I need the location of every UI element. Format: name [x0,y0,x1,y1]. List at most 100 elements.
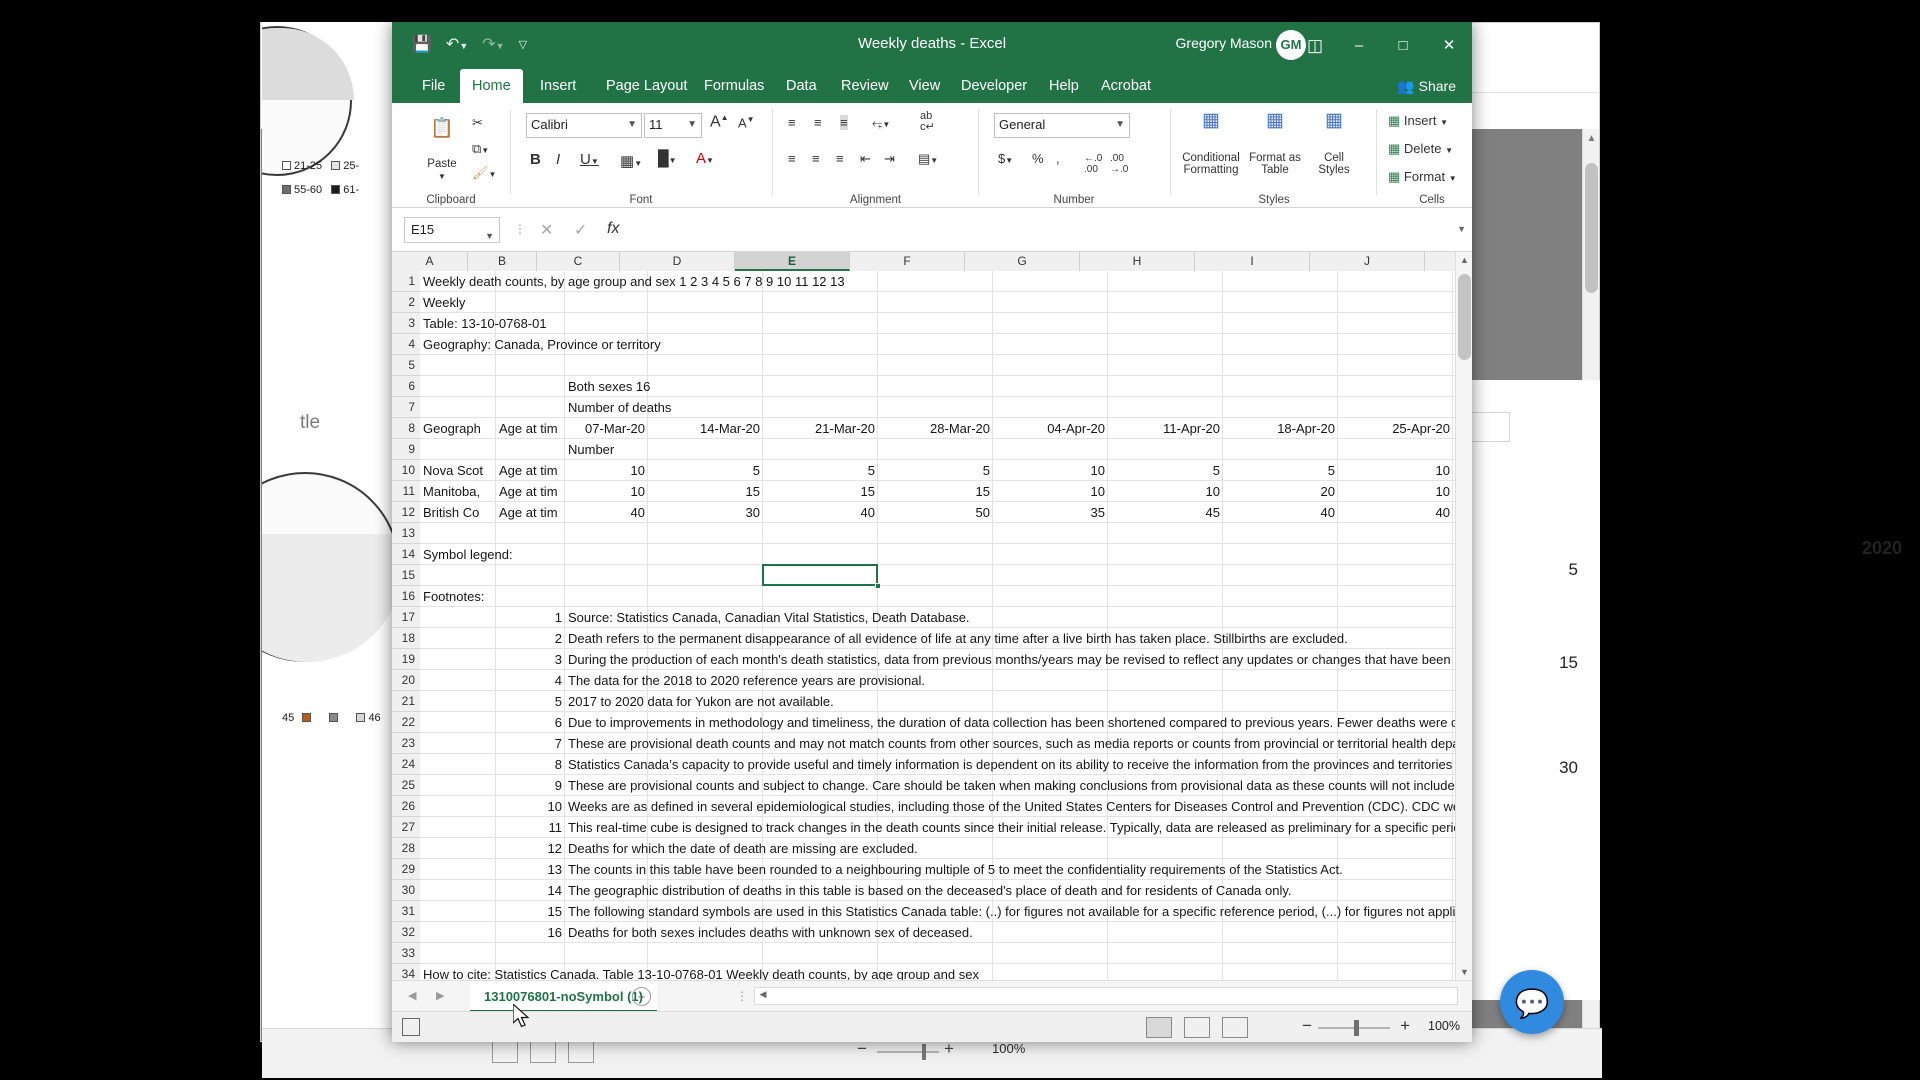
orientation-icon[interactable]: ⥆▼ [872,115,890,131]
column-header-G[interactable]: G [965,252,1080,271]
row-header-17[interactable]: 17 [392,607,420,628]
tab-data[interactable]: Data [774,69,829,103]
row-headers[interactable]: 1 2 3 4 5 6 7 8 9 10 11 12 13 14 15 16 17 18 19 20 21 22 23 24 2… [392,271,420,980]
cell-E10[interactable]: 5 [763,460,878,481]
cell-F12[interactable]: 50 [878,502,993,523]
cell-C31[interactable]: The following standard symbols are used … [565,901,1455,922]
cell-C27[interactable]: This real-time cube is designed to track… [565,817,1455,838]
row-header-14[interactable]: 14 [392,544,420,565]
row-header-32[interactable]: 32 [392,922,420,943]
cell-I8[interactable]: 18-Apr-20 [1223,418,1338,439]
cell-C24[interactable]: Statistics Canada’s capacity to provide … [565,754,1455,775]
tab-review[interactable]: Review [829,69,901,103]
chevron-down-icon[interactable]: ▼ [687,119,697,130]
format-as-table-button[interactable]: ▦ Format as Table [1246,111,1304,176]
chevron-down-icon[interactable]: ▼ [485,224,494,248]
currency-format-icon[interactable]: $▼ [998,151,1013,166]
column-header-D[interactable]: D [620,252,735,271]
ribbon-display-options-icon[interactable]: ◫ [1292,22,1338,69]
row-header-28[interactable]: 28 [392,838,420,859]
cell-C32[interactable]: Deaths for both sexes includes deaths wi… [565,922,1455,943]
row-header-33[interactable]: 33 [392,943,420,964]
zoom-in-button[interactable]: + [1400,1016,1410,1036]
row-header-2[interactable]: 2 [392,292,420,313]
grid-vertical-scrollbar[interactable]: ▲ ▼ [1455,252,1472,980]
share-button[interactable]: 👥 Share [1397,69,1456,103]
column-header-B[interactable]: B [468,252,537,271]
row-header-31[interactable]: 31 [392,901,420,922]
cell-A1[interactable]: Weekly death counts, by age group and se… [420,271,1455,292]
cell-C12[interactable]: 40 [565,502,648,523]
cell-C20[interactable]: The data for the 2018 to 2020 reference … [565,670,1455,691]
name-box[interactable]: E15 ▼ [404,217,500,243]
chevron-down-icon[interactable]: ▼ [1115,119,1125,130]
cell-B20[interactable]: 4 [496,670,565,691]
tab-developer[interactable]: Developer [949,69,1039,103]
row-header-23[interactable]: 23 [392,733,420,754]
cell-B32[interactable]: 16 [496,922,565,943]
tab-acrobat[interactable]: Acrobat [1089,69,1163,103]
row-header-5[interactable]: 5 [392,355,420,376]
scroll-up-icon[interactable]: ▲ [1456,255,1472,265]
tab-formulas[interactable]: Formulas [692,69,776,103]
decrease-indent-icon[interactable]: ⇤ [860,151,871,167]
row-header-25[interactable]: 25 [392,775,420,796]
row-header-27[interactable]: 27 [392,817,420,838]
cell-H10[interactable]: 5 [1108,460,1223,481]
italic-button[interactable]: I [556,151,560,168]
ribbon-tab-strip[interactable]: File Home Insert Page Layout Formulas Da… [392,69,1472,103]
tab-file[interactable]: File [410,69,457,103]
first-sheet-icon[interactable]: ◀ [408,989,416,1002]
normal-view-icon[interactable] [492,1039,518,1063]
next-sheet-icon[interactable]: ▶ [436,989,444,1002]
conditional-formatting-button[interactable]: ▦ Conditional Formatting [1178,111,1244,176]
cell-B22[interactable]: 6 [496,712,565,733]
column-header-F[interactable]: F [850,252,965,271]
minimize-icon[interactable]: – [1336,22,1382,69]
cell-C26[interactable]: Weeks are as defined in several epidemio… [565,796,1455,817]
cell-C19[interactable]: During the production of each month's de… [565,649,1455,670]
cell-C10[interactable]: 10 [565,460,648,481]
row-header-19[interactable]: 19 [392,649,420,670]
row-header-7[interactable]: 7 [392,397,420,418]
copy-icon[interactable]: ⧉▼ [472,141,489,157]
row-header-21[interactable]: 21 [392,691,420,712]
cell-H8[interactable]: 11-Apr-20 [1108,418,1223,439]
tab-insert[interactable]: Insert [528,69,588,103]
column-header-H[interactable]: H [1080,252,1195,271]
cell-A2[interactable]: Weekly [420,292,1455,313]
cell-B26[interactable]: 10 [496,796,565,817]
number-format-box[interactable]: General ▼ [994,113,1130,138]
cell-F8[interactable]: 28-Mar-20 [878,418,993,439]
row-header-15[interactable]: 15 [392,565,420,586]
fill-color-icon[interactable]: █▼ [658,150,677,167]
cell-G8[interactable]: 04-Apr-20 [993,418,1108,439]
ribbon-body[interactable]: 📋 Paste ▼ ✂ ⧉▼ 🖌▼ Clipboard Calibri ▼ 11 [392,103,1472,208]
bold-button[interactable]: B [530,151,541,168]
row-header-13[interactable]: 13 [392,523,420,544]
tab-help[interactable]: Help [1037,69,1091,103]
tab-page-layout[interactable]: Page Layout [594,69,699,103]
row-header-29[interactable]: 29 [392,859,420,880]
add-sheet-button[interactable]: + [632,987,651,1006]
align-left-icon[interactable]: ≡ [788,151,796,166]
row-header-6[interactable]: 6 [392,376,420,397]
page-break-preview-button[interactable] [1222,1017,1248,1038]
row-header-34[interactable]: 34 [392,964,420,980]
background-zoom-level[interactable]: 100% [992,1041,1025,1056]
row-header-30[interactable]: 30 [392,880,420,901]
maximize-icon[interactable]: □ [1380,22,1426,69]
insert-cells-button[interactable]: ▦ Insert ▼ [1388,113,1448,129]
chevron-down-icon[interactable]: ▼ [438,172,446,181]
row-header-24[interactable]: 24 [392,754,420,775]
grid-cells[interactable]: Weekly death counts, by age group and se… [420,271,1455,980]
cell-C6[interactable]: Both sexes 16 [565,376,1455,397]
format-cells-button[interactable]: ▦ Format ▼ [1388,169,1457,185]
zoom-slider-knob[interactable] [922,1044,926,1060]
column-header-E[interactable]: E [735,252,850,271]
format-painter-icon[interactable]: 🖌▼ [472,165,496,181]
row-header-3[interactable]: 3 [392,313,420,334]
cell-B29[interactable]: 13 [496,859,565,880]
cell-B17[interactable]: 1 [496,607,565,628]
cell-D12[interactable]: 30 [648,502,763,523]
